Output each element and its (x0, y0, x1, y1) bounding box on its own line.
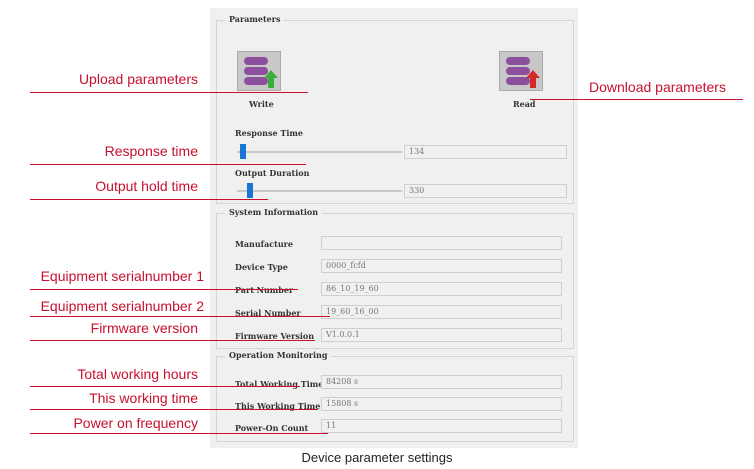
annotation-download-parameters: Download parameters (589, 79, 726, 95)
response-time-slider-thumb[interactable] (240, 144, 247, 159)
annotation-line-power-on-frequency (30, 433, 328, 434)
download-arrow-icon (526, 70, 540, 88)
this-working-time-field[interactable]: 15808 s (321, 397, 562, 411)
system-information-group: System Information Manufacture Device Ty… (216, 207, 574, 349)
write-button[interactable] (237, 51, 281, 91)
annotation-total-working-hours: Total working hours (77, 366, 198, 382)
total-working-time-field[interactable]: 84208 s (321, 375, 562, 389)
response-time-slider-track[interactable] (237, 151, 402, 153)
device-parameter-panel: Parameters Write Read Response Time 134 … (210, 8, 578, 448)
operation-monitoring-group: Operation Monitoring Total Working Time … (216, 350, 574, 442)
annotation-equipment-serialnumber-1: Equipment serialnumber 1 (40, 268, 204, 284)
read-label: Read (513, 99, 536, 109)
manufacture-label: Manufacture (235, 239, 293, 249)
annotation-equipment-serialnumber-2: Equipment serialnumber 2 (40, 298, 204, 314)
manufacture-field[interactable] (321, 236, 562, 250)
annotation-line-serialnumber-2 (30, 316, 330, 317)
power-on-count-label: Power-On Count (235, 423, 309, 433)
annotation-power-on-frequency: Power on frequency (73, 415, 198, 431)
write-label: Write (249, 99, 274, 109)
write-icon-bar (244, 57, 268, 65)
response-time-label: Response Time (235, 128, 303, 138)
annotation-response-time: Response time (104, 143, 198, 159)
parameters-group-title: Parameters (225, 14, 285, 24)
power-on-count-field[interactable]: 11 (321, 419, 562, 433)
annotation-upload-parameters: Upload parameters (78, 71, 198, 87)
annotation-line-download (530, 99, 743, 100)
total-working-time-label: Total Working Time (235, 379, 324, 389)
output-duration-slider-thumb[interactable] (246, 183, 253, 198)
system-information-title: System Information (225, 207, 323, 217)
read-icon-bar (506, 57, 530, 65)
device-type-label: Device Type (235, 262, 288, 272)
output-duration-label: Output Duration (235, 168, 310, 178)
device-type-field[interactable]: 0000_fcfd (321, 259, 562, 273)
output-duration-field[interactable]: 330 (404, 184, 567, 198)
annotation-firmware-version: Firmware version (90, 320, 198, 336)
response-time-field[interactable]: 134 (404, 145, 567, 159)
upload-arrow-icon (264, 70, 278, 88)
firmware-version-field[interactable]: V1.0.0.1 (321, 328, 562, 342)
annotation-line-total-working-hours (30, 386, 300, 387)
part-number-label: Part Number (235, 285, 294, 295)
figure-caption: Device parameter settings (301, 450, 453, 465)
annotation-line-output-hold-time (30, 199, 268, 200)
annotation-output-hold-time: Output hold time (95, 178, 198, 194)
annotation-line-this-working-time (30, 409, 318, 410)
part-number-field[interactable]: 86_10_19_60 (321, 282, 562, 296)
serial-number-field[interactable]: 19_60_16_00 (321, 305, 562, 319)
annotation-line-firmware-version (30, 340, 315, 341)
annotation-this-working-time: This working time (89, 390, 198, 406)
read-button[interactable] (499, 51, 543, 91)
output-duration-slider-track[interactable] (237, 190, 402, 192)
operation-monitoring-title: Operation Monitoring (225, 350, 332, 360)
parameters-group: Parameters Write Read Response Time 134 … (216, 14, 574, 204)
annotation-line-upload (30, 92, 308, 93)
annotation-line-response-time (30, 164, 306, 165)
annotation-line-serialnumber-1 (30, 289, 298, 290)
